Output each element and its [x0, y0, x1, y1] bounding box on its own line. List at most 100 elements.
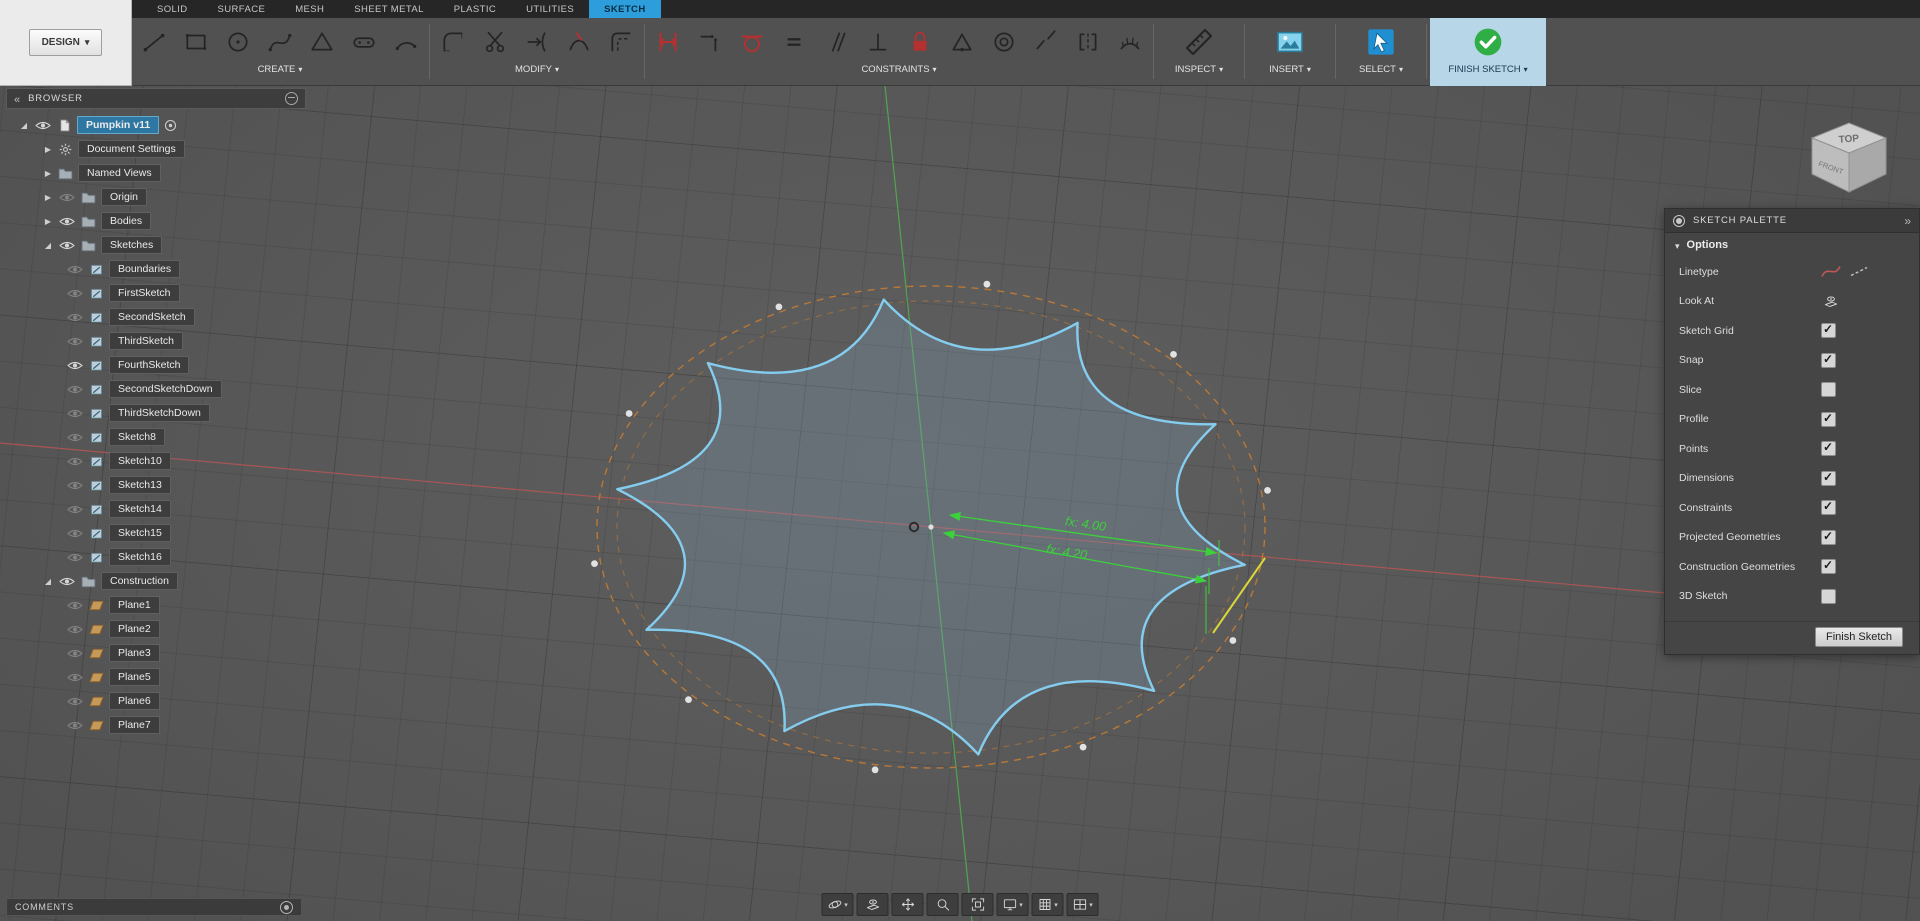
palette-collapse-icon[interactable] [1904, 212, 1911, 230]
browser-item-named-views[interactable]: ▶ Named Views [6, 161, 306, 185]
midpoint-icon[interactable] [948, 28, 976, 56]
collinear-icon[interactable] [1032, 28, 1060, 56]
browser-collapse-icon[interactable] [14, 90, 20, 108]
browser-item-boundaries[interactable]: Boundaries [6, 257, 306, 281]
item-label[interactable]: Pumpkin v11 [77, 116, 160, 134]
browser-options-icon[interactable] [285, 92, 298, 105]
display-settings-button[interactable]: ▾ [996, 893, 1029, 916]
polygon-icon[interactable] [308, 28, 336, 56]
pan-button[interactable] [891, 893, 924, 916]
rectangle-icon[interactable] [182, 28, 210, 56]
expand-arrow-icon[interactable]: ▶ [40, 217, 56, 226]
expand-arrow-icon[interactable]: ▶ [40, 193, 56, 202]
browser-item-plane1[interactable]: Plane1 [6, 593, 306, 617]
3d-sketch-checkbox[interactable] [1821, 588, 1836, 604]
item-label[interactable]: Document Settings [78, 140, 185, 158]
sketch-point[interactable] [775, 303, 783, 311]
equal-icon[interactable] [780, 28, 808, 56]
horizontal-vertical-icon[interactable] [696, 28, 724, 56]
item-label[interactable]: Construction [101, 572, 178, 590]
fit-button[interactable] [961, 893, 994, 916]
visibility-eye-icon[interactable] [67, 551, 84, 563]
browser-item-secondsketchdown[interactable]: SecondSketchDown [6, 377, 306, 401]
dimensions-checkbox[interactable] [1821, 470, 1836, 486]
visibility-eye-icon[interactable] [67, 359, 84, 371]
browser-item-plane3[interactable]: Plane3 [6, 641, 306, 665]
viewports-button[interactable]: ▾ [1066, 893, 1099, 916]
visibility-eye-icon[interactable] [59, 575, 76, 587]
perpendicular-icon[interactable] [864, 28, 892, 56]
browser-item-plane6[interactable]: Plane6 [6, 689, 306, 713]
visibility-eye-icon[interactable] [67, 383, 84, 395]
visibility-eye-icon[interactable] [59, 191, 76, 203]
finish-sketch-button[interactable]: Finish Sketch [1814, 627, 1903, 647]
visibility-eye-icon[interactable] [67, 599, 84, 611]
item-label[interactable]: SecondSketch [109, 308, 195, 326]
browser-item-plane7[interactable]: Plane7 [6, 713, 306, 737]
break-icon[interactable] [565, 28, 593, 56]
tab-plastic[interactable]: PLASTIC [439, 0, 511, 18]
sketch-point[interactable] [685, 696, 692, 703]
visibility-eye-icon[interactable] [67, 311, 84, 323]
item-label[interactable]: ThirdSketchDown [109, 404, 210, 422]
item-label[interactable]: Sketch10 [109, 452, 171, 470]
zoom-button[interactable] [926, 893, 959, 916]
expand-arrow-icon[interactable]: ▶ [40, 169, 56, 178]
activate-component-icon[interactable] [164, 119, 177, 132]
visibility-eye-icon[interactable] [67, 503, 84, 515]
arc-icon[interactable] [392, 28, 420, 56]
toolbar-group-label-modify[interactable]: MODIFY [515, 64, 559, 75]
slot-icon[interactable] [350, 28, 378, 56]
toolbar-group-label-inspect[interactable]: INSPECT [1175, 64, 1223, 75]
sketch-grid-checkbox[interactable] [1821, 322, 1836, 339]
visibility-eye-icon[interactable] [67, 671, 84, 683]
tangent-icon[interactable] [738, 28, 766, 56]
browser-item-document-settings[interactable]: ▶ Document Settings [6, 137, 306, 161]
visibility-eye-icon[interactable] [67, 695, 84, 707]
sketch-point[interactable] [1170, 351, 1177, 358]
collapse-arrow-icon[interactable]: ◢ [40, 577, 56, 586]
item-label[interactable]: Plane6 [109, 692, 160, 710]
item-label[interactable]: Plane7 [109, 716, 160, 734]
palette-options-header[interactable]: Options [1665, 233, 1919, 257]
spline-icon[interactable] [266, 28, 294, 56]
visibility-eye-icon[interactable] [67, 479, 84, 491]
finish-sketch-icon[interactable] [1472, 26, 1504, 58]
visibility-eye-icon[interactable] [67, 431, 84, 443]
browser-item-construction[interactable]: ◢ Construction [6, 569, 306, 593]
visibility-eye-icon[interactable] [35, 119, 52, 131]
item-label[interactable]: ThirdSketch [109, 332, 184, 350]
slice-checkbox[interactable] [1821, 382, 1836, 398]
toolbar-group-label-select[interactable]: SELECT [1359, 64, 1403, 75]
item-label[interactable]: FirstSketch [109, 284, 180, 302]
select-icon[interactable] [1365, 26, 1397, 58]
symmetry-icon[interactable] [1074, 28, 1102, 56]
item-label[interactable]: Sketch14 [109, 500, 171, 518]
item-label[interactable]: Sketch13 [109, 476, 171, 494]
browser-item-sketch13[interactable]: Sketch13 [6, 473, 306, 497]
browser-item-sketch8[interactable]: Sketch8 [6, 425, 306, 449]
visibility-eye-icon[interactable] [67, 263, 84, 275]
linetype-spline-icon[interactable] [1821, 264, 1841, 279]
browser-item-fourthsketch[interactable]: FourthSketch [6, 353, 306, 377]
item-label[interactable]: Sketch15 [109, 524, 171, 542]
construction-geometries-checkbox[interactable] [1821, 558, 1836, 575]
visibility-eye-icon[interactable] [67, 527, 84, 539]
sketch-point[interactable] [625, 410, 633, 417]
extend-icon[interactable] [523, 28, 551, 56]
look-at-button[interactable] [856, 893, 889, 916]
tab-sheet-metal[interactable]: SHEET METAL [339, 0, 439, 18]
sketch-point[interactable] [983, 280, 991, 288]
item-label[interactable]: Plane5 [109, 668, 160, 686]
browser-item-bodies[interactable]: ▶ Bodies [6, 209, 306, 233]
visibility-eye-icon[interactable] [67, 719, 84, 731]
measure-icon[interactable] [1183, 26, 1215, 58]
view-cube[interactable]: TOP FRONT [1794, 100, 1904, 210]
browser-item-sketch16[interactable]: Sketch16 [6, 545, 306, 569]
browser-item-thirdsketchdown[interactable]: ThirdSketchDown [6, 401, 306, 425]
visibility-eye-icon[interactable] [67, 287, 84, 299]
look-at-icon[interactable] [1821, 294, 1841, 309]
browser-item-pumpkin-v11[interactable]: ◢ Pumpkin v11 [6, 113, 306, 137]
points-checkbox[interactable] [1821, 440, 1836, 457]
parallel-icon[interactable] [822, 28, 850, 56]
